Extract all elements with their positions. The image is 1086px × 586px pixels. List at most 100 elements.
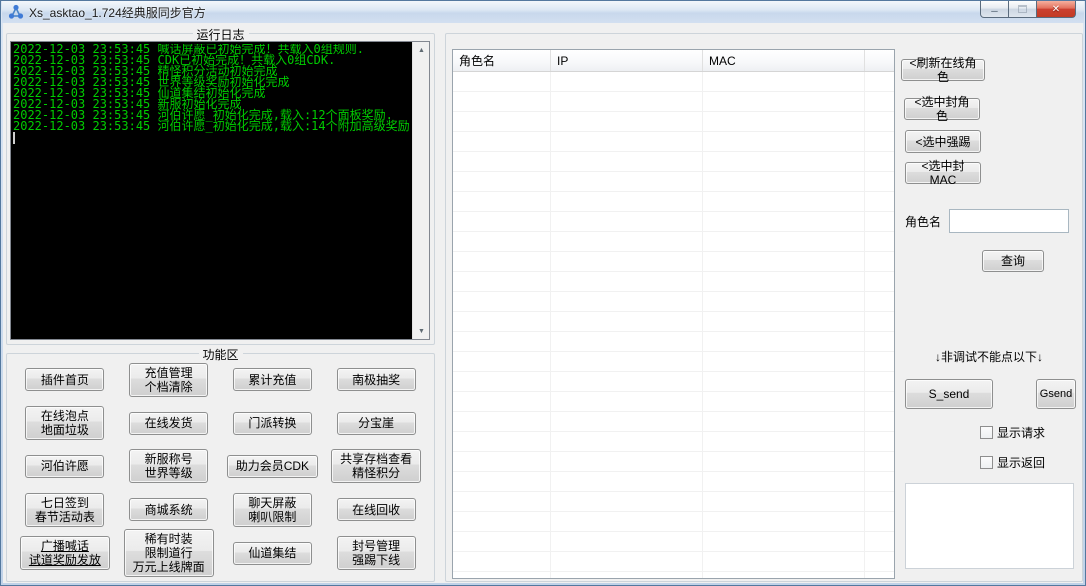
function-button[interactable]: 分宝崖 [336, 411, 416, 435]
table-row[interactable] [453, 312, 894, 332]
function-button[interactable]: 新服称号 世界等级 [129, 449, 209, 484]
table-cell [703, 312, 865, 331]
titlebar[interactable]: Xs_asktao_1.724经典服同步官方 ─ ✕ [2, 1, 1084, 23]
function-button[interactable]: 累计充值 [232, 368, 312, 392]
show-response-checkbox[interactable] [979, 456, 993, 469]
debug-output-box[interactable] [905, 483, 1074, 569]
table-row[interactable] [453, 112, 894, 132]
function-button[interactable]: 商城系统 [129, 498, 209, 522]
column-header[interactable]: MAC [703, 50, 865, 71]
column-header[interactable]: 角色名 [453, 50, 551, 71]
table-cell [703, 512, 865, 531]
table-cell [453, 272, 551, 291]
table-cell [551, 492, 703, 511]
table-cell [551, 452, 703, 471]
table-cell [551, 412, 703, 431]
window-title: Xs_asktao_1.724经典服同步官方 [29, 5, 206, 20]
table-header-row: 角色名 IP MAC [453, 50, 894, 72]
s-send-button[interactable]: S_send [905, 379, 993, 409]
function-button[interactable]: 稀有时装 限制道行 万元上线牌面 [123, 529, 214, 578]
table-row[interactable] [453, 392, 894, 412]
app-window: Xs_asktao_1.724经典服同步官方 ─ ✕ 运行日志 2022-12-… [0, 0, 1086, 586]
table-row[interactable] [453, 512, 894, 532]
maximize-icon [1018, 5, 1027, 13]
online-roles-table[interactable]: 角色名 IP MAC [452, 49, 895, 579]
table-row[interactable] [453, 532, 894, 552]
table-row[interactable] [453, 172, 894, 192]
table-row[interactable] [453, 252, 894, 272]
table-cell [551, 112, 703, 131]
table-cell [551, 92, 703, 111]
table-cell [453, 412, 551, 431]
show-request-checkbox[interactable] [979, 426, 993, 439]
function-button[interactable]: 共享存档查看 精怪积分 [331, 449, 422, 484]
table-cell [551, 572, 703, 578]
role-name-input[interactable] [949, 209, 1070, 233]
table-row[interactable] [453, 192, 894, 212]
table-row[interactable] [453, 472, 894, 492]
log-scrollbar[interactable]: ▲ ▼ [412, 42, 429, 339]
function-button[interactable]: 在线回收 [336, 498, 416, 522]
table-row[interactable] [453, 152, 894, 172]
function-button[interactable]: 充值管理 个档清除 [129, 362, 209, 397]
table-cell [453, 152, 551, 171]
column-header[interactable]: IP [551, 50, 703, 71]
function-button[interactable]: 聊天屏蔽 喇叭限制 [232, 492, 312, 527]
table-cell [453, 212, 551, 231]
log-console[interactable]: 2022-12-03 23:53:45 喊话屏蔽已初始完成！共载入0组规则. 20… [10, 41, 430, 340]
table-row[interactable] [453, 272, 894, 292]
function-button[interactable]: 封号管理 强踢下线 [336, 536, 416, 571]
maximize-button[interactable] [1009, 1, 1036, 18]
function-button[interactable]: 仙道集结 [232, 541, 312, 565]
table-row[interactable] [453, 212, 894, 232]
function-button[interactable]: 在线发货 [129, 411, 209, 435]
function-button[interactable]: 南极抽奖 [336, 368, 416, 392]
kick-selected-button[interactable]: <选中强踢 [905, 130, 981, 153]
table-cell [453, 332, 551, 351]
function-button[interactable]: 助力会员CDK [226, 454, 319, 478]
table-row[interactable] [453, 132, 894, 152]
run-log-group: 运行日志 2022-12-03 23:53:45 喊话屏蔽已初始完成！共载入0组… [6, 26, 435, 345]
table-cell [551, 132, 703, 151]
table-row[interactable] [453, 452, 894, 472]
function-button[interactable]: 在线泡点 地面垃圾 [25, 406, 105, 441]
table-row[interactable] [453, 372, 894, 392]
table-row[interactable] [453, 492, 894, 512]
table-row[interactable] [453, 232, 894, 252]
debug-warning-text: ↓非调试不能点以下↓ [934, 350, 1043, 364]
table-row[interactable] [453, 412, 894, 432]
table-row[interactable] [453, 552, 894, 572]
function-button[interactable]: 河伯许愿 [25, 454, 105, 478]
online-panel-group: 角色名 IP MAC <刷新在线角色 <选中封角色 <选中强踢 <选中封MAC 角色… [445, 33, 1083, 582]
table-cell [703, 412, 865, 431]
query-button[interactable]: 查询 [982, 250, 1044, 272]
table-cell [551, 72, 703, 91]
g-send-button[interactable]: Gsend [1036, 379, 1076, 409]
table-row[interactable] [453, 432, 894, 452]
table-cell [865, 452, 894, 471]
close-button[interactable]: ✕ [1036, 1, 1076, 18]
function-button[interactable]: 七日签到 春节活动表 [25, 492, 105, 527]
function-button[interactable]: 门派转换 [232, 411, 312, 435]
scroll-up-icon[interactable]: ▲ [413, 42, 429, 58]
table-cell [865, 112, 894, 131]
table-cell [703, 552, 865, 571]
table-row[interactable] [453, 572, 894, 578]
table-cell [453, 472, 551, 491]
ban-selected-role-button[interactable]: <选中封角色 [904, 95, 980, 123]
table-row[interactable] [453, 332, 894, 352]
minimize-button[interactable]: ─ [980, 1, 1009, 18]
table-row[interactable] [453, 72, 894, 92]
table-cell [453, 192, 551, 211]
function-button[interactable]: 广播喊话 试道奖励发放 [19, 536, 110, 571]
scroll-down-icon[interactable]: ▼ [413, 323, 429, 339]
refresh-online-roles-button[interactable]: <刷新在线角色 [901, 56, 985, 84]
ban-selected-mac-button[interactable]: <选中封MAC [905, 159, 981, 187]
table-row[interactable] [453, 292, 894, 312]
table-cell [703, 492, 865, 511]
table-cell [453, 132, 551, 151]
table-row[interactable] [453, 352, 894, 372]
table-row[interactable] [453, 92, 894, 112]
function-button[interactable]: 插件首页 [25, 368, 105, 392]
log-output: 2022-12-03 23:53:45 喊话屏蔽已初始完成！共载入0组规则. 20… [13, 44, 410, 338]
